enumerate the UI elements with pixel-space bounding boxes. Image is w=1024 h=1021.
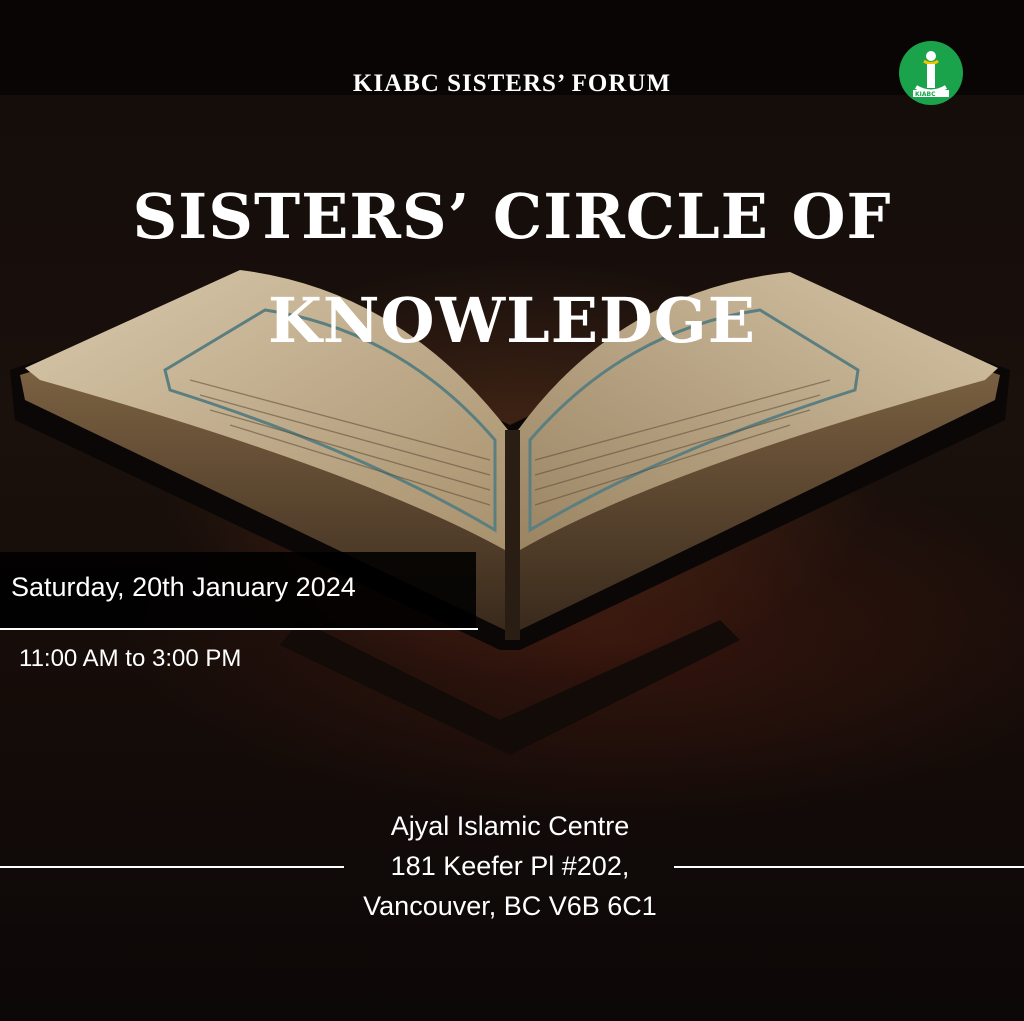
date-underline (0, 628, 478, 630)
event-time: 11:00 AM to 3:00 PM (19, 645, 242, 672)
venue-rule-left (0, 866, 344, 868)
venue-block: Ajyal Islamic Centre 181 Keefer Pl #202,… (300, 806, 720, 926)
kiabc-logo-icon: KIABC (899, 41, 963, 105)
forum-title: KIABC SISTERS’ FORUM (352, 70, 672, 97)
venue-rule-right (674, 866, 1024, 868)
venue-address-line-2: Vancouver, BC V6B 6C1 (363, 891, 657, 921)
event-date: Saturday, 20th January 2024 (11, 572, 356, 602)
event-title-line-2: KNOWLEDGE (267, 284, 757, 357)
venue-name: Ajyal Islamic Centre (390, 811, 630, 841)
event-poster: KIABC SISTERS’ FORUM KIABC Saturday, 20t… (0, 0, 1024, 1021)
event-title-line-1: SISTERS’ CIRCLE OF (132, 180, 892, 253)
event-title: SISTERS’ CIRCLE OF KNOWLEDGE (0, 165, 1024, 373)
logo-wordmark: KIABC (915, 91, 936, 98)
venue-address-line-1: 181 Keefer Pl #202, (390, 851, 630, 881)
